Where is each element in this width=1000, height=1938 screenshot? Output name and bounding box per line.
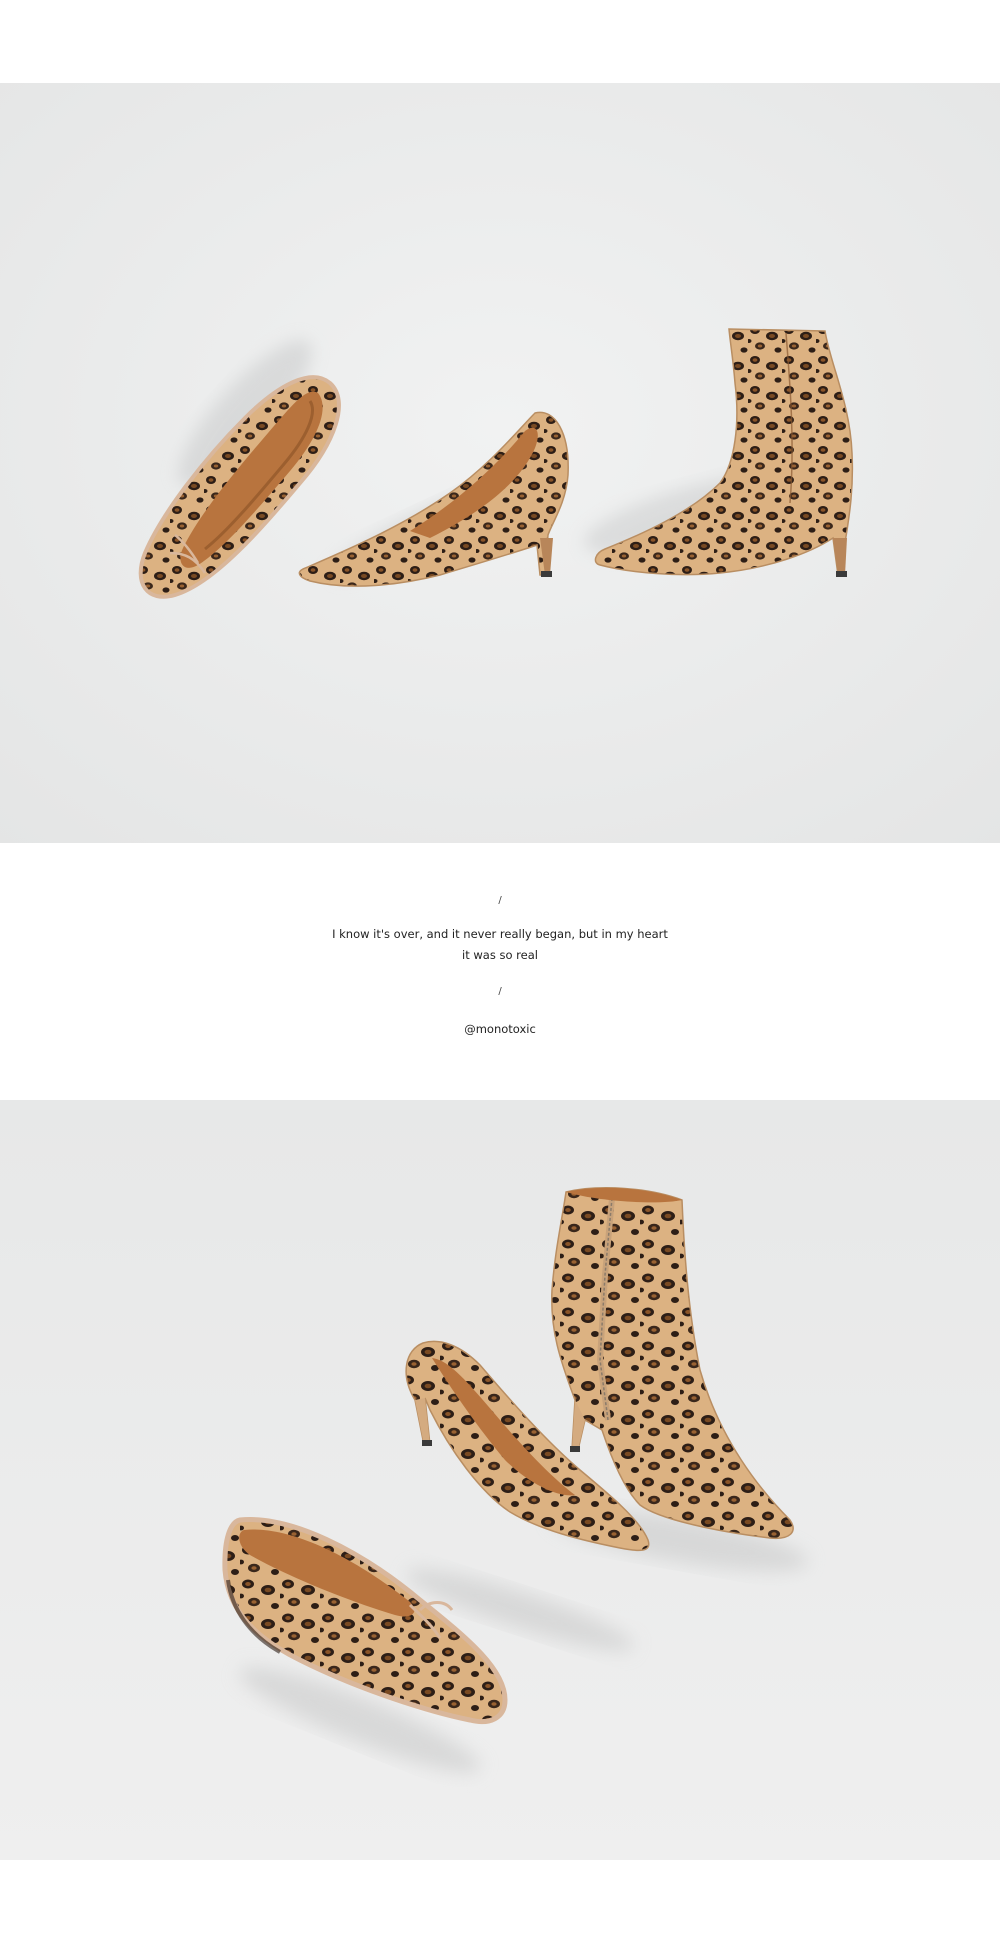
- divider-bottom: /: [498, 986, 502, 997]
- quote-line-2: it was so real: [462, 948, 538, 962]
- flatlay-photo: [0, 83, 1000, 843]
- caption-block: / I know it's over, and it never really …: [0, 843, 1000, 1100]
- instagram-handle: @monotoxic: [464, 1022, 536, 1036]
- standing-photo-graphic: [0, 1100, 1000, 1860]
- quote-line-1: I know it's over, and it never really be…: [332, 927, 668, 941]
- standing-photo: [0, 1100, 1000, 1860]
- quote: I know it's over, and it never really be…: [0, 924, 1000, 966]
- flatlay-photo-graphic: [0, 83, 1000, 843]
- divider-top: /: [498, 895, 502, 906]
